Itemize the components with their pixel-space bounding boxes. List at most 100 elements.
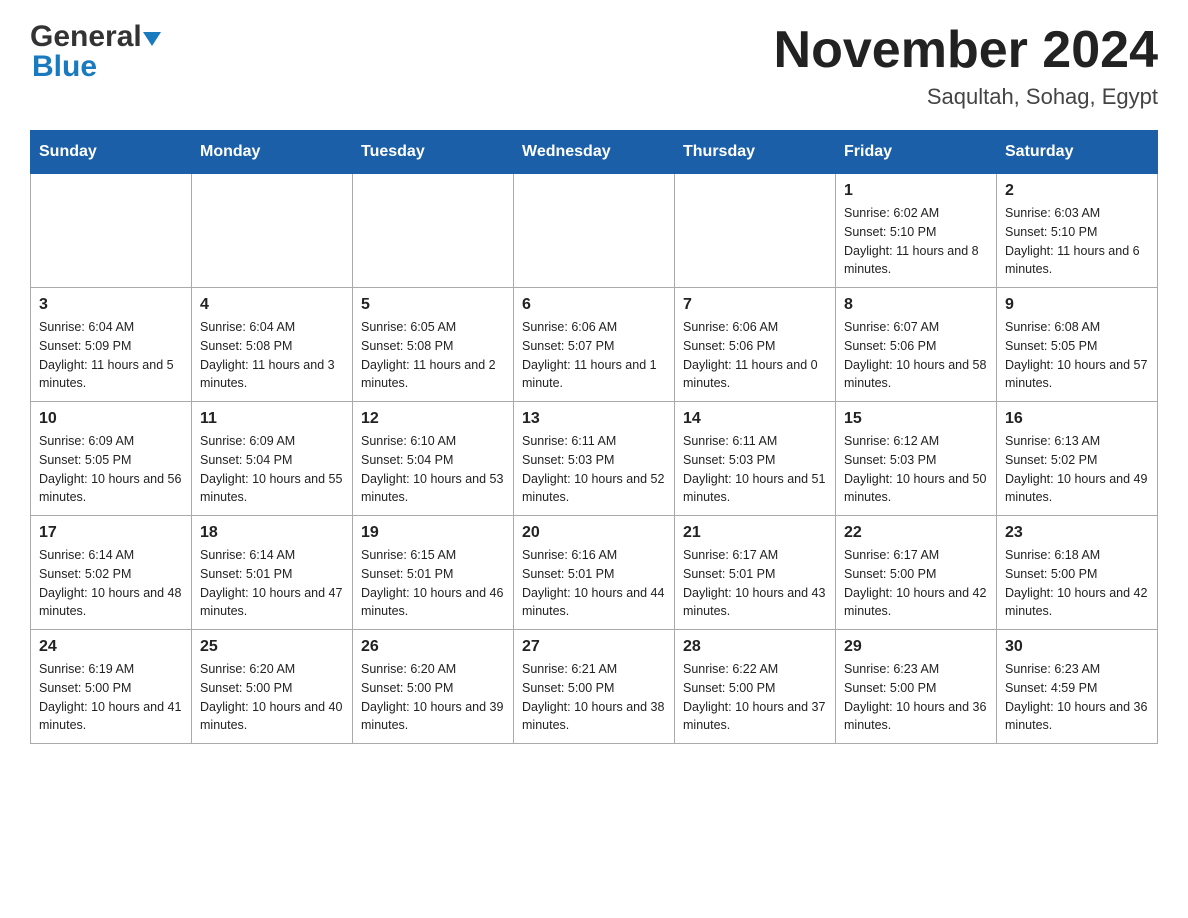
calendar-day-cell: 17 Sunrise: 6:14 AM Sunset: 5:02 PM Dayli… [31,516,192,630]
calendar-day-cell: 10Sunrise: 6:09 AM Sunset: 5:05 PM Dayli… [31,402,192,516]
day-info: Sunrise: 6:12 AM Sunset: 5:03 PM Dayligh… [844,432,988,507]
day-number: 8 [844,296,988,314]
calendar-day-cell [675,174,836,288]
day-info: Sunrise: 6:14 AM Sunset: 5:02 PM Dayligh… [39,546,183,621]
day-info: Sunrise: 6:15 AM Sunset: 5:01 PM Dayligh… [361,546,505,621]
calendar-day-cell: 11Sunrise: 6:09 AM Sunset: 5:04 PM Dayli… [192,402,353,516]
day-info: Sunrise: 6:17 AM Sunset: 5:00 PM Dayligh… [844,546,988,621]
day-number: 22 [844,524,988,542]
calendar-week-row: 24Sunrise: 6:19 AM Sunset: 5:00 PM Dayli… [31,630,1158,744]
day-info: Sunrise: 6:07 AM Sunset: 5:06 PM Dayligh… [844,318,988,393]
calendar-day-cell: 3 Sunrise: 6:04 AM Sunset: 5:09 PM Daylig… [31,288,192,402]
calendar-day-cell: 6 Sunrise: 6:06 AM Sunset: 5:07 PM Daylig… [514,288,675,402]
calendar-day-cell: 12Sunrise: 6:10 AM Sunset: 5:04 PM Dayli… [353,402,514,516]
day-info: Sunrise: 6:18 AM Sunset: 5:00 PM Dayligh… [1005,546,1149,621]
month-year-title: November 2024 [774,20,1158,80]
logo-general-text: General [30,20,142,54]
day-info: Sunrise: 6:11 AM Sunset: 5:03 PM Dayligh… [683,432,827,507]
calendar-day-cell: 27 Sunrise: 6:21 AM Sunset: 5:00 PM Dayli… [514,630,675,744]
logo-blue-text: Blue [32,50,161,84]
day-info: Sunrise: 6:06 AM Sunset: 5:06 PM Dayligh… [683,318,827,393]
day-number: 11 [200,410,344,428]
day-info: Sunrise: 6:22 AM Sunset: 5:00 PM Dayligh… [683,660,827,735]
weekday-header-saturday: Saturday [997,131,1158,174]
day-info: Sunrise: 6:03 AM Sunset: 5:10 PM Dayligh… [1005,204,1149,279]
calendar-day-cell: 8 Sunrise: 6:07 AM Sunset: 5:06 PM Daylig… [836,288,997,402]
calendar-day-cell: 5Sunrise: 6:05 AM Sunset: 5:08 PM Daylig… [353,288,514,402]
location-subtitle: Saqultah, Sohag, Egypt [774,84,1158,110]
calendar-week-row: 17 Sunrise: 6:14 AM Sunset: 5:02 PM Dayli… [31,516,1158,630]
calendar-day-cell: 1 Sunrise: 6:02 AM Sunset: 5:10 PM Daylig… [836,174,997,288]
day-info: Sunrise: 6:20 AM Sunset: 5:00 PM Dayligh… [361,660,505,735]
day-number: 19 [361,524,505,542]
weekday-header-tuesday: Tuesday [353,131,514,174]
calendar-day-cell: 24Sunrise: 6:19 AM Sunset: 5:00 PM Dayli… [31,630,192,744]
day-number: 14 [683,410,827,428]
day-info: Sunrise: 6:09 AM Sunset: 5:05 PM Dayligh… [39,432,183,507]
calendar-day-cell: 21 Sunrise: 6:17 AM Sunset: 5:01 PM Dayli… [675,516,836,630]
calendar-day-cell: 2 Sunrise: 6:03 AM Sunset: 5:10 PM Daylig… [997,174,1158,288]
day-number: 26 [361,638,505,656]
calendar-week-row: 1 Sunrise: 6:02 AM Sunset: 5:10 PM Daylig… [31,174,1158,288]
calendar-day-cell: 15 Sunrise: 6:12 AM Sunset: 5:03 PM Dayli… [836,402,997,516]
day-info: Sunrise: 6:04 AM Sunset: 5:08 PM Dayligh… [200,318,344,393]
calendar-day-cell: 16 Sunrise: 6:13 AM Sunset: 5:02 PM Dayli… [997,402,1158,516]
day-number: 17 [39,524,183,542]
weekday-header-friday: Friday [836,131,997,174]
title-section: November 2024 Saqultah, Sohag, Egypt [774,20,1158,110]
calendar-day-cell: 7 Sunrise: 6:06 AM Sunset: 5:06 PM Daylig… [675,288,836,402]
day-number: 1 [844,182,988,200]
day-number: 29 [844,638,988,656]
day-info: Sunrise: 6:17 AM Sunset: 5:01 PM Dayligh… [683,546,827,621]
calendar-day-cell: 28 Sunrise: 6:22 AM Sunset: 5:00 PM Dayli… [675,630,836,744]
day-info: Sunrise: 6:23 AM Sunset: 5:00 PM Dayligh… [844,660,988,735]
day-number: 12 [361,410,505,428]
day-number: 7 [683,296,827,314]
calendar-day-cell: 9 Sunrise: 6:08 AM Sunset: 5:05 PM Daylig… [997,288,1158,402]
calendar-day-cell [514,174,675,288]
calendar-day-cell [353,174,514,288]
day-number: 6 [522,296,666,314]
day-info: Sunrise: 6:14 AM Sunset: 5:01 PM Dayligh… [200,546,344,621]
day-info: Sunrise: 6:04 AM Sunset: 5:09 PM Dayligh… [39,318,183,393]
calendar-day-cell [192,174,353,288]
weekday-header-sunday: Sunday [31,131,192,174]
day-number: 9 [1005,296,1149,314]
calendar-day-cell: 30Sunrise: 6:23 AM Sunset: 4:59 PM Dayli… [997,630,1158,744]
day-number: 15 [844,410,988,428]
calendar-week-row: 10Sunrise: 6:09 AM Sunset: 5:05 PM Dayli… [31,402,1158,516]
day-info: Sunrise: 6:21 AM Sunset: 5:00 PM Dayligh… [522,660,666,735]
day-number: 16 [1005,410,1149,428]
day-number: 5 [361,296,505,314]
day-number: 21 [683,524,827,542]
calendar-day-cell: 4 Sunrise: 6:04 AM Sunset: 5:08 PM Daylig… [192,288,353,402]
weekday-header-monday: Monday [192,131,353,174]
day-number: 20 [522,524,666,542]
weekday-header-wednesday: Wednesday [514,131,675,174]
day-number: 28 [683,638,827,656]
calendar-day-cell: 14 Sunrise: 6:11 AM Sunset: 5:03 PM Dayli… [675,402,836,516]
weekday-header-row: SundayMondayTuesdayWednesdayThursdayFrid… [31,131,1158,174]
day-info: Sunrise: 6:11 AM Sunset: 5:03 PM Dayligh… [522,432,666,507]
day-number: 27 [522,638,666,656]
calendar-day-cell: 26 Sunrise: 6:20 AM Sunset: 5:00 PM Dayli… [353,630,514,744]
day-info: Sunrise: 6:02 AM Sunset: 5:10 PM Dayligh… [844,204,988,279]
calendar-table: SundayMondayTuesdayWednesdayThursdayFrid… [30,130,1158,744]
calendar-day-cell: 29 Sunrise: 6:23 AM Sunset: 5:00 PM Dayli… [836,630,997,744]
day-number: 4 [200,296,344,314]
day-number: 3 [39,296,183,314]
logo-arrow-icon [143,32,161,46]
logo: General Blue [30,20,161,84]
day-info: Sunrise: 6:06 AM Sunset: 5:07 PM Dayligh… [522,318,666,393]
day-info: Sunrise: 6:19 AM Sunset: 5:00 PM Dayligh… [39,660,183,735]
day-info: Sunrise: 6:23 AM Sunset: 4:59 PM Dayligh… [1005,660,1149,735]
calendar-day-cell: 20Sunrise: 6:16 AM Sunset: 5:01 PM Dayli… [514,516,675,630]
calendar-day-cell: 13Sunrise: 6:11 AM Sunset: 5:03 PM Dayli… [514,402,675,516]
calendar-day-cell: 25Sunrise: 6:20 AM Sunset: 5:00 PM Dayli… [192,630,353,744]
page-header: General Blue November 2024 Saqultah, Soh… [30,20,1158,110]
day-number: 2 [1005,182,1149,200]
day-info: Sunrise: 6:13 AM Sunset: 5:02 PM Dayligh… [1005,432,1149,507]
calendar-week-row: 3 Sunrise: 6:04 AM Sunset: 5:09 PM Daylig… [31,288,1158,402]
day-info: Sunrise: 6:08 AM Sunset: 5:05 PM Dayligh… [1005,318,1149,393]
calendar-day-cell: 23Sunrise: 6:18 AM Sunset: 5:00 PM Dayli… [997,516,1158,630]
